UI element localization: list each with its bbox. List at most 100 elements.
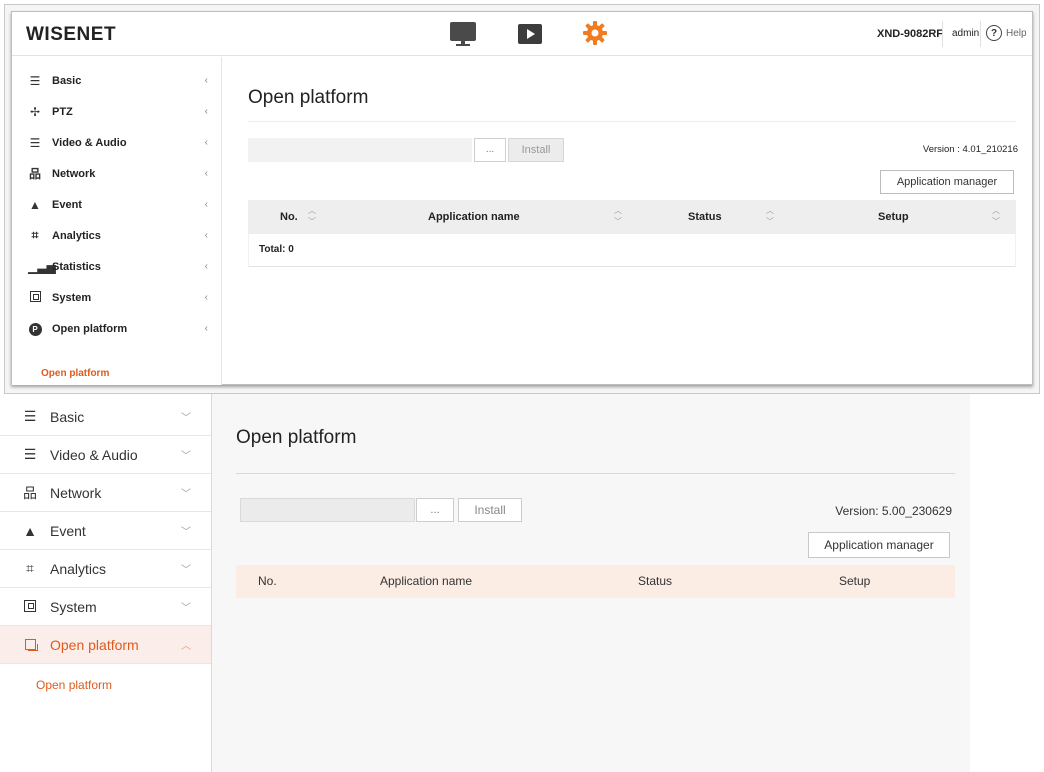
chevron-down-icon: ﹀ (181, 489, 191, 500)
sidebar-subitem-open-platform[interactable]: Open platform (36, 678, 112, 692)
column-header-status[interactable]: Status (638, 574, 672, 588)
system-icon (22, 599, 38, 615)
sidebar-item-basic[interactable]: ☰ Basic ‹ (12, 65, 222, 96)
sidebar-item-system[interactable]: System ‹ (12, 282, 222, 313)
help-icon: ? (986, 25, 1002, 41)
header-divider (980, 21, 981, 47)
application-manager-button[interactable]: Application manager (808, 532, 950, 558)
bottom-main-content: Open platform ... Install Version: 5.00_… (212, 394, 970, 772)
sidebar-item-label: Basic (50, 408, 85, 425)
frame-icon: ⌗ (31, 228, 39, 242)
top-main-content: Open platform ... Install Version : 4.01… (223, 57, 1032, 384)
column-header-setup[interactable]: Setup (878, 211, 909, 223)
help-button[interactable]: ? Help (986, 25, 1027, 41)
table-footer-row: Total: 0 (248, 234, 1016, 267)
help-label: Help (1006, 27, 1027, 39)
browse-button[interactable]: ... (416, 498, 454, 522)
sidebar-item-ptz[interactable]: ✢ PTZ ‹ (12, 96, 222, 127)
file-path-input[interactable] (240, 498, 415, 522)
wisenet-logo: WISENET (26, 24, 117, 45)
sidebar-item-open-platform[interactable]: Open platform ︿ (0, 626, 211, 664)
bar-chart-icon: ▁▃▅ (28, 259, 56, 274)
header-divider (942, 21, 943, 47)
chevron-left-icon: ‹ (204, 323, 208, 334)
sidebar-item-label: Video & Audio (50, 446, 138, 463)
sidebar-item-label: Network (52, 167, 96, 180)
chevron-left-icon: ‹ (204, 106, 208, 117)
model-name: XND-9082RF (877, 28, 944, 40)
page-title: Open platform (248, 87, 369, 108)
sidebar-item-event[interactable]: ▲ Event ‹ (12, 189, 222, 220)
sidebar-item-label: PTZ (52, 105, 73, 118)
monitor-icon[interactable] (450, 22, 476, 46)
title-divider (248, 121, 1016, 122)
top-header: WISENET XND-9082RF admin ? Help (12, 12, 1032, 56)
version-label: Version: 5.00_230629 (835, 504, 952, 518)
sidebar-item-label: Open platform (50, 636, 139, 653)
application-manager-button[interactable]: Application manager (880, 170, 1014, 194)
chevron-left-icon: ‹ (204, 292, 208, 303)
sort-icon[interactable]: ︿ ﹀ (614, 205, 622, 227)
chevron-down-icon: ﹀ (181, 451, 191, 462)
chevron-down-icon: ﹀ (181, 413, 191, 424)
sidebar-item-video-audio[interactable]: ☰ Video & Audio ﹀ (0, 436, 211, 474)
top-window: WISENET XND-9082RF admin ? Help ☰ Basic … (11, 11, 1033, 385)
column-header-no[interactable]: No. (258, 574, 277, 588)
install-button[interactable]: Install (508, 138, 564, 162)
sidebar-item-event[interactable]: ▲ Event ﹀ (0, 512, 211, 550)
sidebar-item-label: Video & Audio (52, 136, 127, 149)
chevron-left-icon: ‹ (204, 168, 208, 179)
chevron-down-icon: ﹀ (181, 603, 191, 614)
sidebar-item-analytics[interactable]: ⌗ Analytics ﹀ (0, 550, 211, 588)
file-path-input[interactable] (248, 138, 472, 162)
version-label: Version : 4.01_210216 (922, 144, 1018, 155)
sort-icon[interactable]: ︿ ﹀ (992, 205, 1000, 227)
column-header-status[interactable]: Status (688, 211, 722, 223)
page-title: Open platform (236, 427, 357, 448)
sidebar-item-open-platform[interactable]: P Open platform ‹ (12, 313, 222, 344)
sidebar-item-label: Analytics (50, 560, 107, 577)
sidebar-item-label: Event (50, 522, 86, 539)
gear-icon[interactable] (582, 20, 608, 45)
sliders-icon: ☰ (23, 446, 37, 462)
column-header-no[interactable]: No. (280, 211, 298, 223)
install-button[interactable]: Install (458, 498, 522, 522)
bell-icon: ▲ (23, 522, 37, 539)
user-name[interactable]: admin (952, 28, 979, 39)
bell-icon: ▲ (29, 197, 41, 212)
sort-icon[interactable]: ︿ ﹀ (766, 205, 774, 227)
sidebar-subitem-open-platform[interactable]: Open platform (41, 368, 109, 379)
chevron-left-icon: ‹ (204, 137, 208, 148)
title-divider (236, 473, 955, 474)
column-header-application-name[interactable]: Application name (428, 211, 520, 223)
chevron-left-icon: ‹ (204, 230, 208, 241)
chevron-up-icon: ︿ (181, 641, 191, 652)
bottom-screenshot: ☰ Basic ﹀ ☰ Video & Audio ﹀ 品 Network ﹀ … (0, 394, 970, 772)
sidebar-item-video-audio[interactable]: ☰ Video & Audio ‹ (12, 127, 222, 158)
chevron-down-icon: ﹀ (181, 527, 191, 538)
chevron-left-icon: ‹ (204, 261, 208, 272)
move-icon: ✢ (29, 104, 41, 119)
sidebar-item-label: System (52, 291, 92, 304)
chevron-down-icon: ﹀ (181, 565, 191, 576)
platform-icon: P (28, 321, 42, 336)
sidebar-item-system[interactable]: System ﹀ (0, 588, 211, 626)
column-header-application-name[interactable]: Application name (380, 574, 472, 588)
sidebar-item-basic[interactable]: ☰ Basic ﹀ (0, 398, 211, 436)
system-icon (28, 290, 42, 305)
table-header: No. Application name Status Setup (236, 565, 955, 598)
browse-button[interactable]: ... (474, 138, 506, 162)
sidebar-item-label: System (50, 598, 97, 615)
list-icon: ☰ (23, 408, 37, 424)
platform-icon (22, 637, 38, 653)
chevron-left-icon: ‹ (204, 199, 208, 210)
sidebar-item-network[interactable]: 品 Network ﹀ (0, 474, 211, 512)
play-icon[interactable] (518, 22, 544, 46)
sort-icon[interactable]: ︿ ﹀ (308, 205, 316, 227)
column-header-setup[interactable]: Setup (839, 574, 870, 588)
sidebar-item-network[interactable]: 品 Network ‹ (12, 158, 222, 189)
sidebar-item-statistics[interactable]: ▁▃▅ Statistics ‹ (12, 251, 222, 282)
bottom-sidebar: ☰ Basic ﹀ ☰ Video & Audio ﹀ 品 Network ﹀ … (0, 394, 212, 772)
table-header: No. ︿ ﹀ Application name ︿ ﹀ Status ︿ ﹀ Set… (248, 200, 1016, 234)
sidebar-item-analytics[interactable]: ⌗ Analytics ‹ (12, 220, 222, 251)
